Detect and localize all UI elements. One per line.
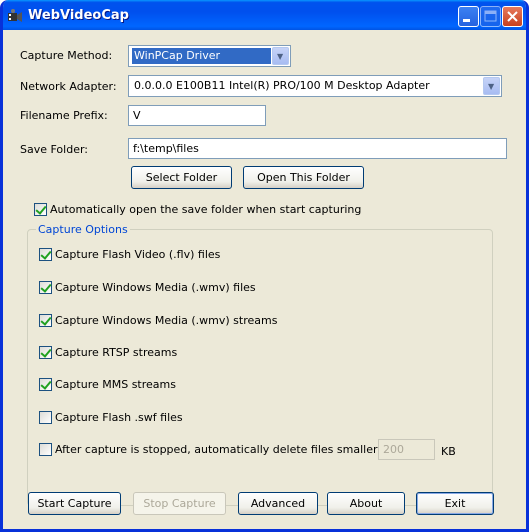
chevron-down-icon[interactable]: ▼ bbox=[483, 77, 500, 95]
capture-rtsp-label: Capture RTSP streams bbox=[55, 346, 178, 359]
capture-swf-label: Capture Flash .swf files bbox=[55, 411, 183, 424]
app-window: WebVideoCap Capture Method: WinPCap Driv… bbox=[0, 0, 529, 532]
exit-button[interactable]: Exit bbox=[416, 492, 494, 515]
capture-wmv-files-label: Capture Windows Media (.wmv) files bbox=[55, 281, 256, 294]
capture-wmv-streams-checkbox[interactable] bbox=[39, 314, 52, 327]
auto-open-label: Automatically open the save folder when … bbox=[50, 203, 362, 216]
min-size-input[interactable]: 200 bbox=[378, 439, 435, 460]
select-folder-button[interactable]: Select Folder bbox=[131, 166, 232, 189]
capture-flv-checkbox[interactable] bbox=[39, 248, 52, 261]
minimize-button[interactable] bbox=[458, 6, 479, 27]
minimize-icon bbox=[463, 19, 470, 22]
capture-wmv-files-checkbox[interactable] bbox=[39, 281, 52, 294]
capture-method-label: Capture Method: bbox=[20, 49, 113, 62]
capture-flv-label: Capture Flash Video (.flv) files bbox=[55, 248, 221, 261]
advanced-button[interactable]: Advanced bbox=[238, 492, 318, 515]
window-title: WebVideoCap bbox=[28, 8, 129, 23]
chevron-down-icon[interactable]: ▼ bbox=[272, 47, 289, 65]
network-adapter-select[interactable]: 0.0.0.0 E100B11 Intel(R) PRO/100 M Deskt… bbox=[128, 75, 502, 97]
close-icon bbox=[507, 11, 518, 22]
capture-mms-label: Capture MMS streams bbox=[55, 378, 176, 391]
stop-capture-button[interactable]: Stop Capture bbox=[133, 492, 226, 515]
open-folder-button[interactable]: Open This Folder bbox=[243, 166, 364, 189]
auto-open-checkbox[interactable] bbox=[34, 203, 47, 216]
start-capture-button[interactable]: Start Capture bbox=[28, 492, 121, 515]
title-bar[interactable]: WebVideoCap bbox=[3, 0, 526, 30]
save-folder-label: Save Folder: bbox=[20, 143, 89, 156]
capture-method-value: WinPCap Driver bbox=[132, 48, 271, 64]
maximize-button bbox=[480, 6, 501, 27]
auto-delete-checkbox[interactable] bbox=[39, 443, 52, 456]
capture-wmv-streams-label: Capture Windows Media (.wmv) streams bbox=[55, 314, 278, 327]
capture-rtsp-checkbox[interactable] bbox=[39, 346, 52, 359]
network-adapter-label: Network Adapter: bbox=[20, 80, 117, 93]
capture-options-group bbox=[27, 229, 493, 506]
size-unit-label: KB bbox=[441, 445, 456, 458]
filename-prefix-label: Filename Prefix: bbox=[20, 109, 108, 122]
save-folder-input[interactable]: f:\temp\files bbox=[128, 138, 507, 159]
film-capture-icon bbox=[8, 9, 22, 22]
dialog-content: Capture Method: WinPCap Driver ▼ Network… bbox=[3, 30, 526, 529]
auto-delete-label: After capture is stopped, automatically … bbox=[55, 443, 410, 456]
about-button[interactable]: About bbox=[327, 492, 405, 515]
capture-mms-checkbox[interactable] bbox=[39, 378, 52, 391]
filename-prefix-input[interactable]: V bbox=[128, 105, 266, 126]
capture-swf-checkbox[interactable] bbox=[39, 411, 52, 424]
capture-options-legend: Capture Options bbox=[36, 223, 130, 236]
capture-method-select[interactable]: WinPCap Driver ▼ bbox=[128, 45, 291, 67]
close-button[interactable] bbox=[502, 6, 523, 27]
network-adapter-value: 0.0.0.0 E100B11 Intel(R) PRO/100 M Deskt… bbox=[134, 79, 430, 92]
maximize-icon bbox=[484, 10, 497, 22]
